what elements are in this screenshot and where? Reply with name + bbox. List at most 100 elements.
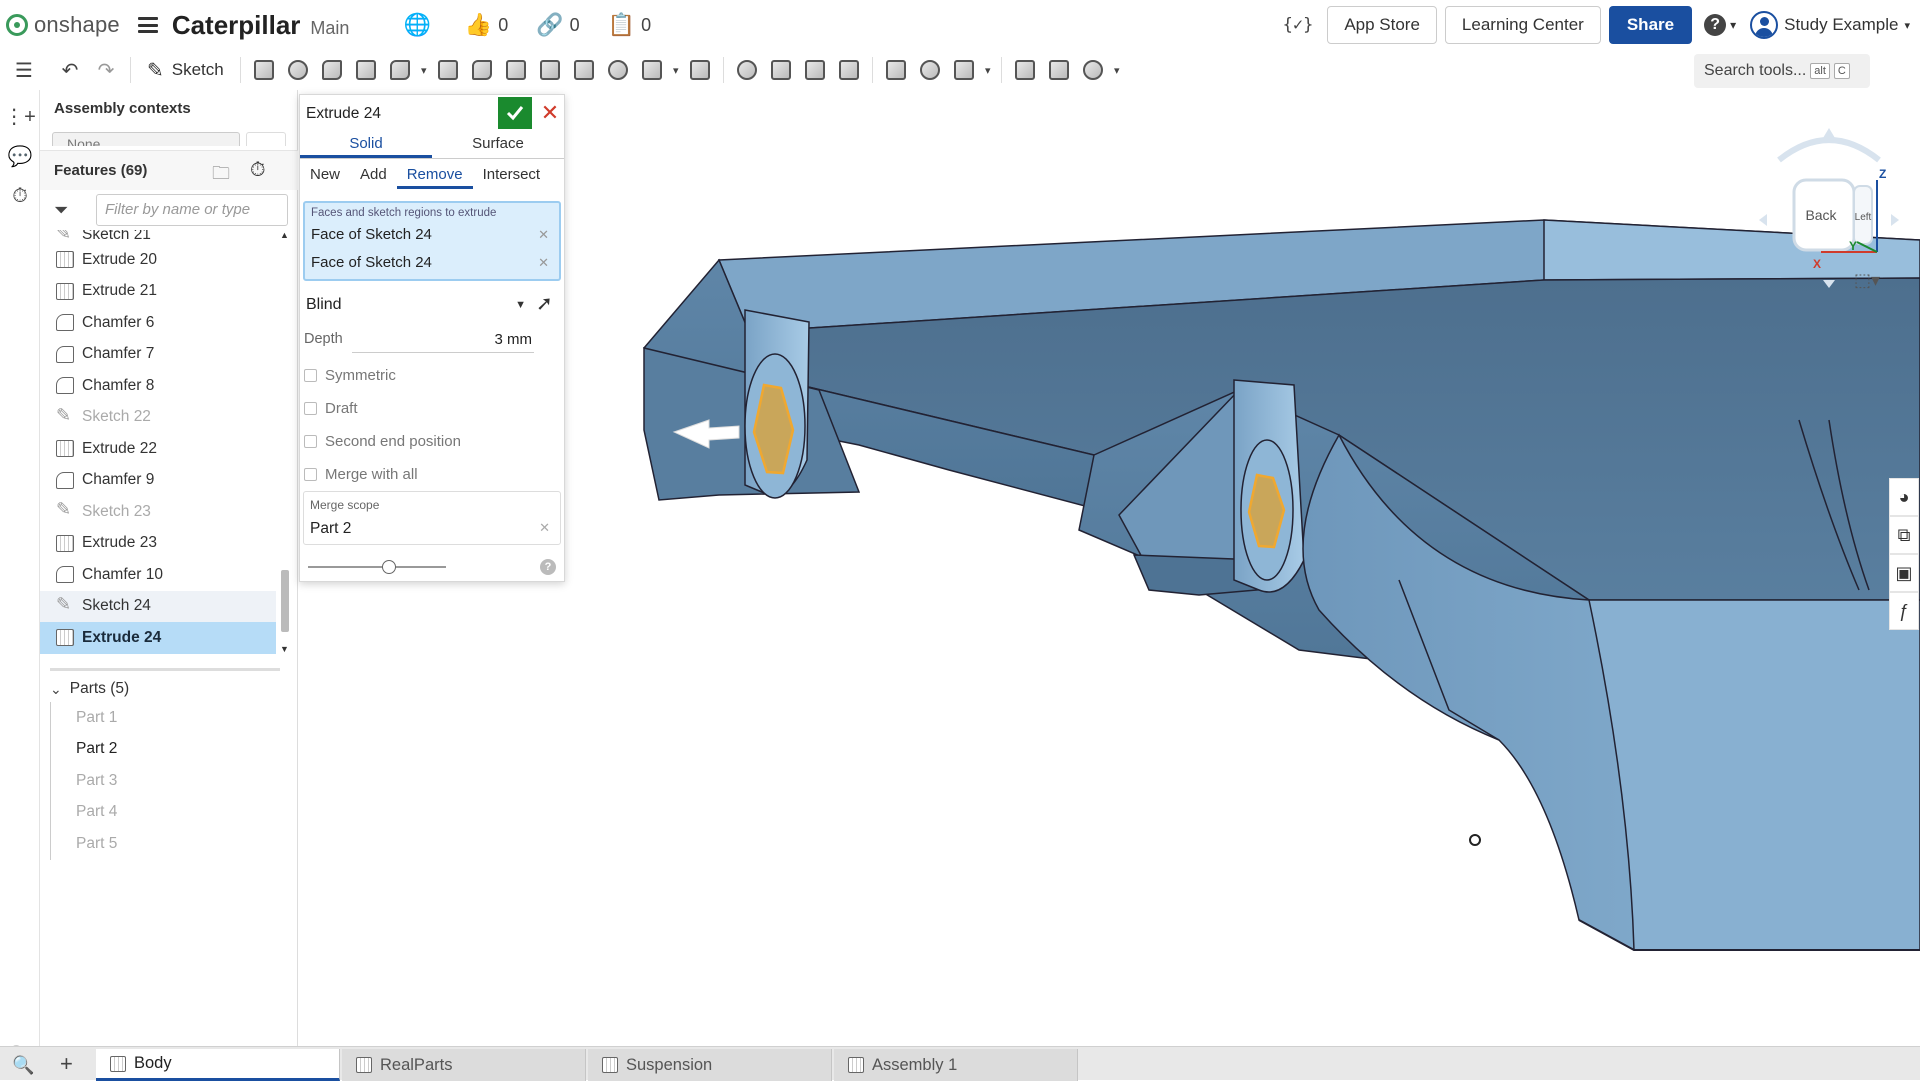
variables-icon[interactable]: {✓} [1283,15,1314,35]
copies-button[interactable]: 📋 0 [608,12,651,38]
onshape-logo[interactable]: onshape [6,12,120,38]
chevron-down-icon[interactable]: ▾ [669,64,683,77]
redo-icon[interactable]: ↷ [88,54,124,86]
part-item[interactable]: Part 4 [51,797,250,829]
faces-selection-box[interactable]: Faces and sketch regions to extrude Face… [303,201,561,281]
extrude-icon[interactable] [247,54,281,86]
revolve-icon[interactable] [281,54,315,86]
app-store-button[interactable]: App Store [1327,6,1437,44]
rebuild-timer-icon[interactable]: ⏱ [250,159,266,182]
depth-field[interactable]: Depth 3 mm [304,327,534,353]
feature-item[interactable]: Extrude 23 [40,528,276,560]
fillet-icon[interactable] [431,54,465,86]
comments-icon[interactable]: 💬 [0,136,40,176]
split-icon[interactable] [764,54,798,86]
feature-item[interactable]: Chamfer 10 [40,559,276,591]
shell-icon[interactable] [567,54,601,86]
accept-button[interactable] [498,97,532,129]
sweep-icon[interactable] [315,54,349,86]
chevron-down-icon[interactable]: ▾ [1110,64,1124,77]
cancel-button[interactable]: ✕ [536,97,564,129]
draft-icon[interactable] [499,54,533,86]
assembly-context-select[interactable]: None [52,132,240,146]
face-selection-item[interactable]: Face of Sketch 24 ✕ [305,249,559,277]
settings-icon[interactable] [1076,54,1110,86]
chamfer-icon[interactable] [465,54,499,86]
help-menu[interactable]: ? ▾ [1704,14,1736,36]
scroll-thumb[interactable] [281,570,289,632]
like-button[interactable]: 👍 0 [465,12,508,38]
remove-icon[interactable]: ✕ [539,520,550,536]
feature-item[interactable]: Extrude 20 [40,244,276,276]
part-item[interactable]: Part 5 [51,828,250,860]
tab-suspension[interactable]: Suspension [588,1049,832,1081]
feature-filter-input[interactable]: Filter by name or type [96,194,288,226]
branch-label[interactable]: Main [310,18,349,39]
help-icon[interactable]: ? [540,559,556,575]
hole-icon[interactable] [601,54,635,86]
op-new[interactable]: New [300,165,350,189]
feature-item[interactable]: Chamfer 6 [40,307,276,339]
loft-icon[interactable] [349,54,383,86]
search-tools-input[interactable]: Search tools... alt C [1694,54,1870,88]
helix-icon[interactable] [913,54,947,86]
face-selection-item[interactable]: Face of Sketch 24 ✕ [305,221,559,249]
learning-center-button[interactable]: Learning Center [1444,6,1601,44]
symmetric-checkbox[interactable]: Symmetric [304,363,396,387]
view-cube[interactable]: Back Left Z X Y [1739,110,1919,300]
pattern-icon[interactable] [635,54,669,86]
links-button[interactable]: 🔗 0 [536,12,579,38]
add-tab-icon[interactable]: + [60,1051,73,1077]
feature-item[interactable]: Extrude 24 [40,622,276,654]
flip-direction-icon[interactable]: ➚ [536,291,553,316]
thicken-icon[interactable] [383,54,417,86]
end-type-select[interactable]: Blind ▼ [304,291,530,319]
scroll-down-icon[interactable]: ▼ [280,644,289,654]
public-globe-icon[interactable]: 🌐 [403,12,436,38]
feature-item[interactable]: Sketch 22 [40,402,276,434]
insert-icon[interactable]: ⋮+ [0,96,40,136]
view-cube-left-face[interactable]: Left [1855,212,1872,223]
variables-table-icon[interactable]: ƒ [1889,592,1919,630]
appearance-icon[interactable]: ◕ [1889,478,1919,516]
depth-input[interactable]: 3 mm [352,327,534,353]
wrap-icon[interactable] [947,54,981,86]
scroll-up-icon[interactable]: ▲ [280,230,289,240]
op-add[interactable]: Add [350,165,397,189]
part-item[interactable]: Part 1 [51,702,250,734]
boolean-icon[interactable] [730,54,764,86]
history-icon[interactable]: ⏱ [0,176,40,216]
feature-list-scrollbar[interactable]: ▲ ▼ [278,230,292,654]
undo-icon[interactable]: ↶ [52,54,88,86]
preview-slider[interactable]: ? [306,557,556,577]
feature-item[interactable]: Chamfer 9 [40,465,276,497]
second-end-checkbox[interactable]: Second end position [304,429,461,453]
delete-part-icon[interactable] [832,54,866,86]
feature-item[interactable]: Extrude 22 [40,433,276,465]
remove-icon[interactable]: ✕ [538,249,549,277]
tab-body[interactable]: Body [96,1049,340,1081]
parts-list-icon[interactable]: ⧉ [1889,516,1919,554]
op-intersect[interactable]: Intersect [473,165,551,189]
parts-header[interactable]: ⌄ Parts (5) [50,680,129,698]
assembly-context-more[interactable] [246,132,286,146]
view-cube-back-face[interactable]: Back [1805,207,1837,223]
tab-realparts[interactable]: RealParts [342,1049,586,1081]
configure-icon[interactable] [1042,54,1076,86]
draft-checkbox[interactable]: Draft [304,396,358,420]
add-folder-icon[interactable]: 🗀 [212,161,230,191]
mirror-icon[interactable] [683,54,717,86]
transform-icon[interactable] [798,54,832,86]
part-item[interactable]: Part 2 [51,734,250,766]
slider-track[interactable] [308,566,446,568]
feature-item[interactable]: Sketch 24 [40,590,276,622]
plane-icon[interactable] [879,54,913,86]
tab-surface[interactable]: Surface [432,131,564,158]
op-remove[interactable]: Remove [396,165,473,189]
view-cube-menu-icon[interactable]: ⬚▾ [1854,270,1880,291]
part-item[interactable]: Part 3 [51,765,250,797]
tab-assembly-1[interactable]: Assembly 1 [834,1049,1078,1081]
user-menu[interactable]: Study Example ▾ [1750,11,1910,39]
tab-solid[interactable]: Solid [300,131,432,158]
chevron-down-icon[interactable]: ▾ [981,64,995,77]
